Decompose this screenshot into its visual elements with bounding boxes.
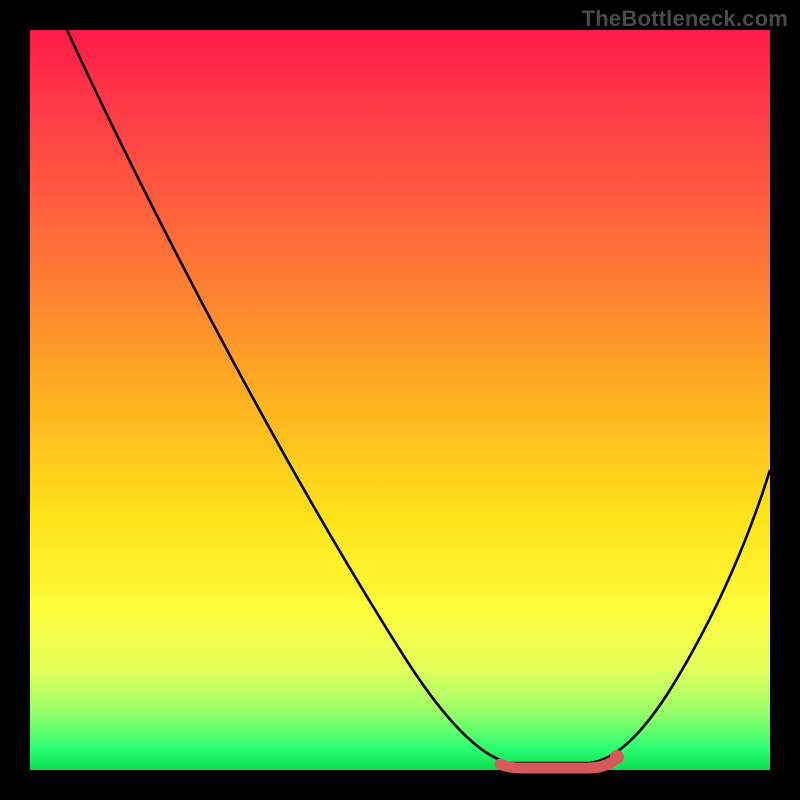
highlight-segment bbox=[500, 762, 612, 768]
chart-frame: TheBottleneck.com bbox=[0, 0, 800, 800]
gradient-plot-area bbox=[30, 30, 770, 770]
bottleneck-curve-path bbox=[67, 30, 770, 763]
watermark-text: TheBottleneck.com bbox=[582, 6, 788, 32]
highlight-dot bbox=[610, 750, 624, 764]
bottleneck-curve-svg bbox=[30, 30, 770, 770]
